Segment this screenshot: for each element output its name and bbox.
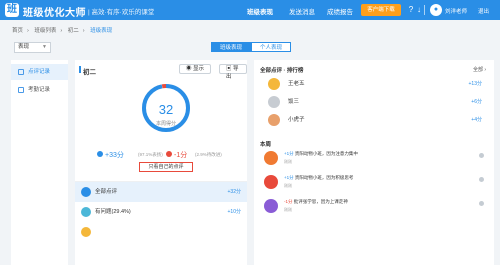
top-bar: 班 班级优化大师 | 高效·有序·欢乐的课堂 班级表现 发送消息 成绩报告 客户… (0, 0, 500, 20)
negative-percent: (2.9%待改进) (195, 152, 222, 157)
negative-points: -1分 (174, 152, 188, 159)
student-points: +4分 (471, 117, 482, 123)
nav-class-performance[interactable]: 班级表现 (247, 6, 273, 16)
breadcrumb: 首页 › 班级列表 › 初二 › 班级表现 (12, 28, 113, 34)
app-logo: 班 (5, 3, 19, 17)
week-score-label: 本周得分 (155, 121, 176, 127)
crumb-class-list[interactable]: 班级列表 (34, 28, 56, 34)
ranking-all-link[interactable]: 全部 › (473, 66, 486, 73)
view-tabs: 班级表现 个人表现 (211, 42, 291, 52)
calendar-icon (18, 87, 24, 93)
feed-text: +1分 贵阳动物小班，因为注意力集中 (284, 151, 358, 157)
feed-time: 刚刚 (284, 207, 292, 212)
filter-select-value: 表现 (18, 44, 30, 50)
feed-delta: +1分 (284, 175, 294, 180)
student-name: 小虎子 (288, 117, 305, 123)
list-item[interactable]: 有问题(29.4%) +10分 (75, 202, 247, 222)
sidebar-item-label: 考勤记录 (28, 87, 51, 93)
export-button[interactable]: ▣ 导出 (219, 64, 247, 80)
thinking-icon (264, 175, 278, 189)
thumb-up-icon (97, 151, 103, 157)
feed-item: +1分 贵阳动物小班，因为注意力集中 刚刚 (262, 150, 488, 172)
logout-link[interactable]: 退出 (478, 7, 489, 15)
delete-icon[interactable] (479, 153, 484, 158)
filter-select[interactable]: 表现 ▼ (14, 42, 51, 53)
feed-title: 本周 (260, 142, 272, 148)
feed-item: +1分 贵阳动物小班，因为积极思考 刚刚 (262, 174, 488, 196)
accent-bar (79, 66, 81, 73)
student-points: +6分 (471, 99, 482, 105)
student-name: 王老五 (288, 81, 305, 87)
category-icon (81, 227, 91, 237)
positive-percent: (97.1%表扬) (138, 152, 163, 157)
thumb-down-icon (166, 151, 172, 157)
ranking-row[interactable]: 王老五 +13分 (268, 76, 488, 92)
feed-text: -1分 批评张学思，因为上课走神 (284, 199, 348, 205)
chevron-down-icon: ▼ (42, 44, 47, 50)
feed-body: 批评张学思，因为上课走神 (293, 199, 348, 204)
display-button[interactable]: ◉ 显示 (179, 64, 212, 74)
download-client-button[interactable]: 客户端下载 (361, 4, 401, 16)
display-label: 显示 (193, 66, 205, 72)
only-mine-toggle[interactable]: 只看自己的点评 (139, 162, 193, 172)
summary-card: 初二 ◉ 显示 ▣ 导出 32 本周得分 +33分 (97.1%表扬) -1分 … (75, 60, 247, 265)
sidebar-item-label: 点评记录 (28, 69, 51, 75)
divider (424, 5, 425, 15)
feed-text: +1分 贵阳动物小班，因为积极思考 (284, 175, 353, 181)
nav-grade-report[interactable]: 成绩报告 (327, 6, 353, 16)
sidebar-item-attendance[interactable]: 考勤记录 (11, 82, 68, 98)
ranking-title: 全部点评 · 排行榜 (260, 68, 304, 74)
sidebar: 点评记录 考勤记录 (11, 60, 68, 265)
list-item-points: +10分 (227, 209, 241, 215)
crumb-home[interactable]: 首页 (12, 28, 23, 34)
sidebar-item-comments[interactable]: 点评记录 (11, 64, 68, 80)
eye-icon: ◉ (186, 66, 194, 72)
app-title: 班级优化大师 (23, 8, 86, 19)
avatar[interactable]: ● (430, 4, 442, 16)
crumb-current: 班级表现 (90, 28, 113, 34)
feed-time: 刚刚 (284, 159, 292, 164)
feed-item: -1分 批评张学思，因为上课走神 刚刚 (262, 198, 488, 220)
student-points: +13分 (468, 81, 482, 87)
tab-class-performance[interactable]: 班级表现 (211, 42, 251, 52)
list-item-label: 有问题(29.4%) (95, 209, 131, 215)
star-icon (81, 187, 91, 197)
app-slogan: | 高效·有序·欢乐的课堂 (88, 9, 155, 16)
bronze-medal-icon (268, 114, 280, 126)
student-name: 饭三 (288, 99, 300, 105)
list-item-label: 全部点评 (95, 189, 118, 195)
export-icon: ▣ (226, 66, 234, 72)
crumb-grade[interactable]: 初二 (68, 28, 79, 34)
ranking-card: 全部点评 · 排行榜 全部 › 王老五 +13分 饭三 +6分 小虎子 +4分 … (254, 60, 494, 265)
grade-title: 初二 (83, 69, 96, 76)
feed-body: 贵阳动物小班，因为积极思考 (294, 175, 354, 180)
ranking-row[interactable]: 饭三 +6分 (268, 94, 488, 110)
list-item-points: +32分 (227, 189, 241, 195)
ranking-row[interactable]: 小虎子 +4分 (268, 112, 488, 128)
feed-time: 刚刚 (284, 183, 292, 188)
feed-body: 贵阳动物小班，因为注意力集中 (294, 151, 358, 156)
group-icon (81, 207, 91, 217)
week-score: 32 (158, 102, 174, 117)
list-item[interactable] (75, 222, 247, 242)
delete-icon[interactable] (479, 177, 484, 182)
delete-icon[interactable] (479, 201, 484, 206)
nav-send-message[interactable]: 发送消息 (289, 6, 315, 16)
gold-medal-icon (268, 78, 280, 90)
distracted-icon (264, 199, 278, 213)
list-icon (18, 69, 24, 75)
feed-delta: +1分 (284, 151, 294, 156)
list-item[interactable]: 全部点评 +32分 (75, 182, 247, 202)
focus-icon (264, 151, 278, 165)
feed-delta: -1分 (284, 199, 293, 204)
tab-personal-performance[interactable]: 个人表现 (251, 42, 291, 52)
silver-medal-icon (268, 96, 280, 108)
positive-points: +33分 (105, 152, 124, 159)
user-name[interactable]: 刘洋老师 (445, 7, 467, 15)
